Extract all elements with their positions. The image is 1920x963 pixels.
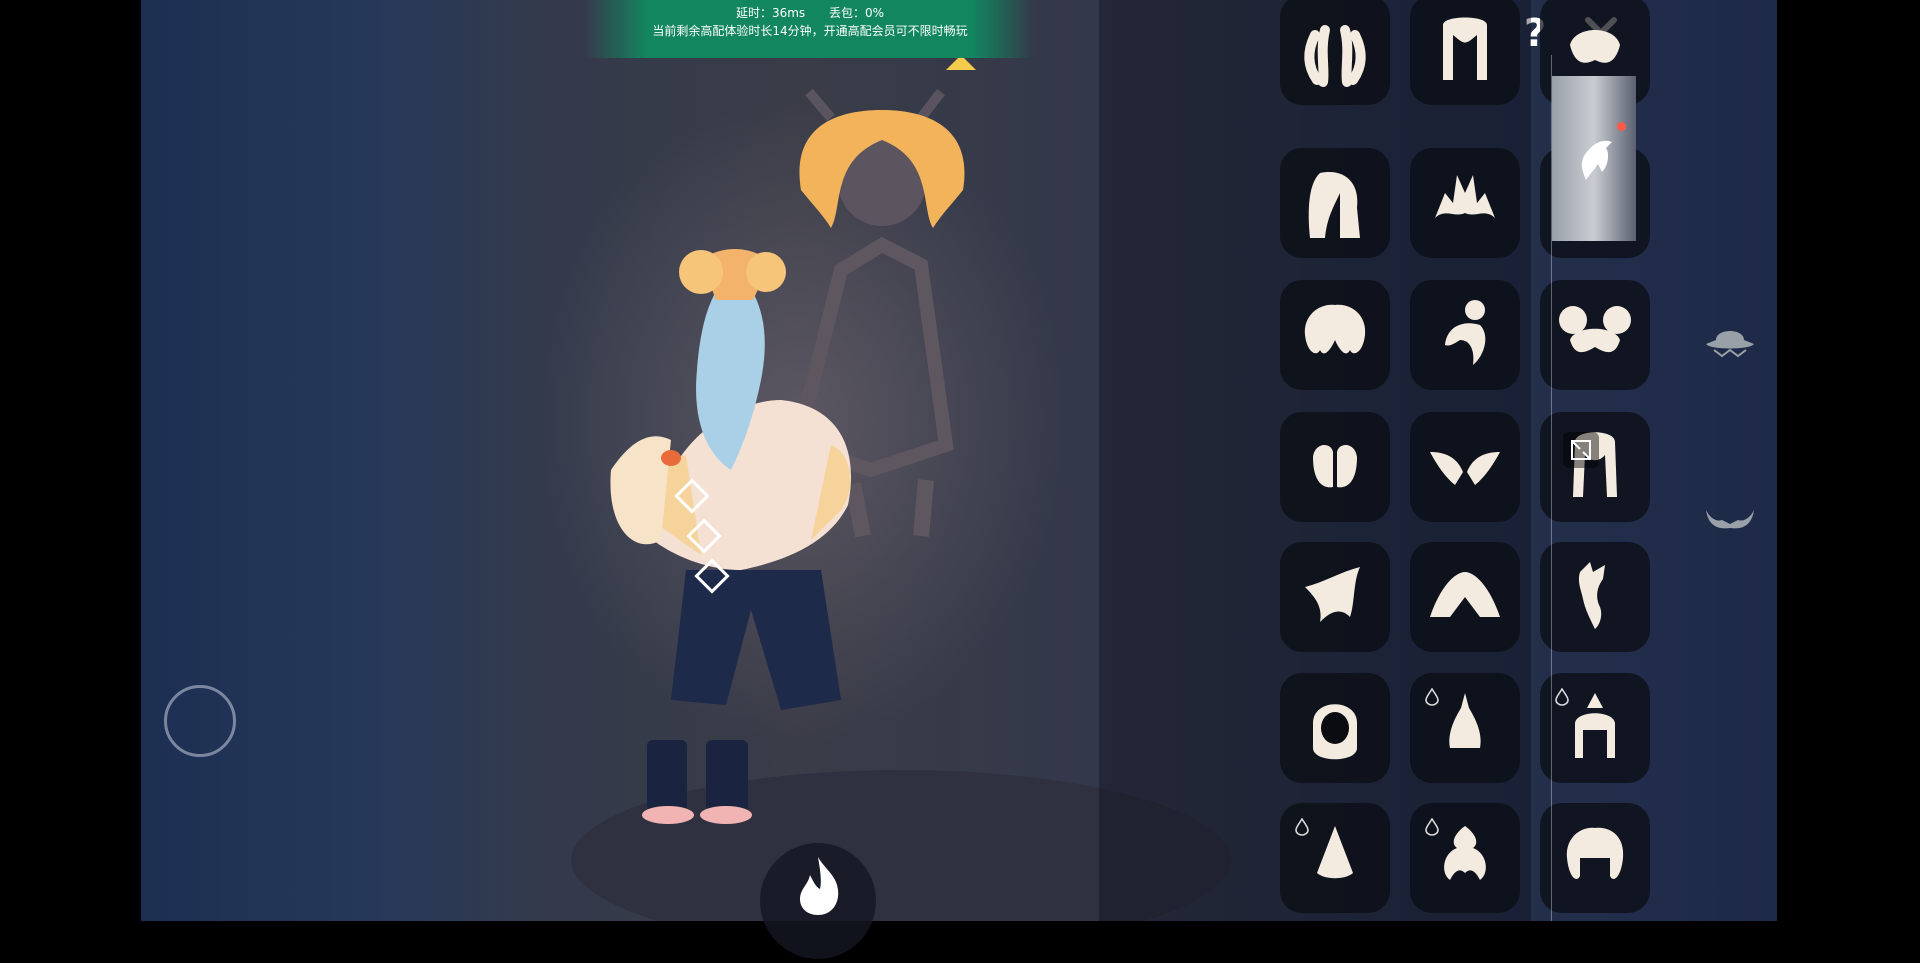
hairstyle-tile[interactable]	[1410, 542, 1520, 652]
hair-side-long-icon	[1308, 172, 1360, 238]
player-character	[610, 248, 852, 824]
drop-icon	[1425, 818, 1439, 836]
hair-spiky-icon	[1435, 175, 1495, 218]
hair-curly-bob-icon	[1566, 827, 1624, 879]
hairstyle-tile[interactable]	[1410, 412, 1520, 522]
hairstyle-tile[interactable]	[1280, 673, 1390, 783]
hairstyle-tile[interactable]	[1280, 280, 1390, 390]
network-status-banner: 延时：36ms 丢包：0% 当前剩余高配体验时长14分钟，开通高配会员可不限时畅…	[585, 0, 1035, 58]
packet-loss-text: 丢包：0%	[829, 6, 885, 20]
hairstyle-tile[interactable]	[1410, 803, 1520, 913]
hair-swept-icon	[1305, 567, 1360, 622]
hairstyle-grid	[1139, 0, 1650, 921]
hairstyle-tile[interactable]	[1280, 542, 1390, 652]
expand-icon	[1571, 440, 1591, 460]
virtual-joystick[interactable]	[164, 685, 236, 757]
drop-icon	[1295, 818, 1309, 836]
hair-winged-icon	[1430, 452, 1500, 485]
expand-button[interactable]	[1563, 432, 1599, 468]
hair-parted-short-icon	[1313, 445, 1357, 488]
hair-icon	[1581, 140, 1612, 180]
hair-curly-icon	[1304, 304, 1366, 354]
hairstyle-tile[interactable]	[1410, 148, 1520, 258]
hairstyle-tile[interactable]	[1280, 148, 1390, 258]
hairstyle-tile[interactable]	[1540, 803, 1650, 913]
network-stats: 延时：36ms 丢包：0%	[585, 4, 1035, 21]
drop-icon	[1425, 688, 1439, 706]
hairstyle-tile[interactable]	[1280, 803, 1390, 913]
letterbox-left	[0, 0, 141, 921]
letterbox-right	[1777, 0, 1920, 921]
fire-button[interactable]	[760, 843, 876, 959]
hairstyle-tile[interactable]	[1410, 280, 1520, 390]
hairstyle-tile[interactable]	[1280, 412, 1390, 522]
hairstyle-tile[interactable]	[1540, 280, 1650, 390]
hair-braids-icon	[1304, 25, 1366, 87]
hair-side-braid-icon	[1578, 562, 1605, 629]
hair-double-buns-icon	[1559, 306, 1631, 353]
hair-topknot-icon	[1445, 300, 1486, 365]
hair-wide-cap-icon	[1430, 572, 1500, 617]
hair-long-straight-icon	[1443, 17, 1487, 80]
hat-icon	[1706, 331, 1754, 358]
notification-dot	[1617, 122, 1626, 131]
horns-icon	[1706, 510, 1754, 529]
hair-hood-icon	[1313, 704, 1357, 760]
tab-hair[interactable]	[1552, 76, 1636, 241]
hairstyle-tile[interactable]	[1410, 0, 1520, 105]
hairstyle-tile[interactable]	[1280, 0, 1390, 105]
latency-text: 延时：36ms	[735, 6, 806, 20]
flame-icon	[800, 857, 839, 915]
hairstyle-tile[interactable]	[1540, 542, 1650, 652]
tab-horns[interactable]	[1700, 500, 1760, 544]
premium-notice: 当前剩余高配体验时长14分钟，开通高配会员可不限时畅玩	[652, 24, 968, 38]
hairstyle-tile[interactable]	[1540, 673, 1650, 783]
hairstyle-tile[interactable]	[1410, 673, 1520, 783]
tab-hat[interactable]	[1700, 320, 1760, 364]
drop-icon	[1555, 688, 1569, 706]
